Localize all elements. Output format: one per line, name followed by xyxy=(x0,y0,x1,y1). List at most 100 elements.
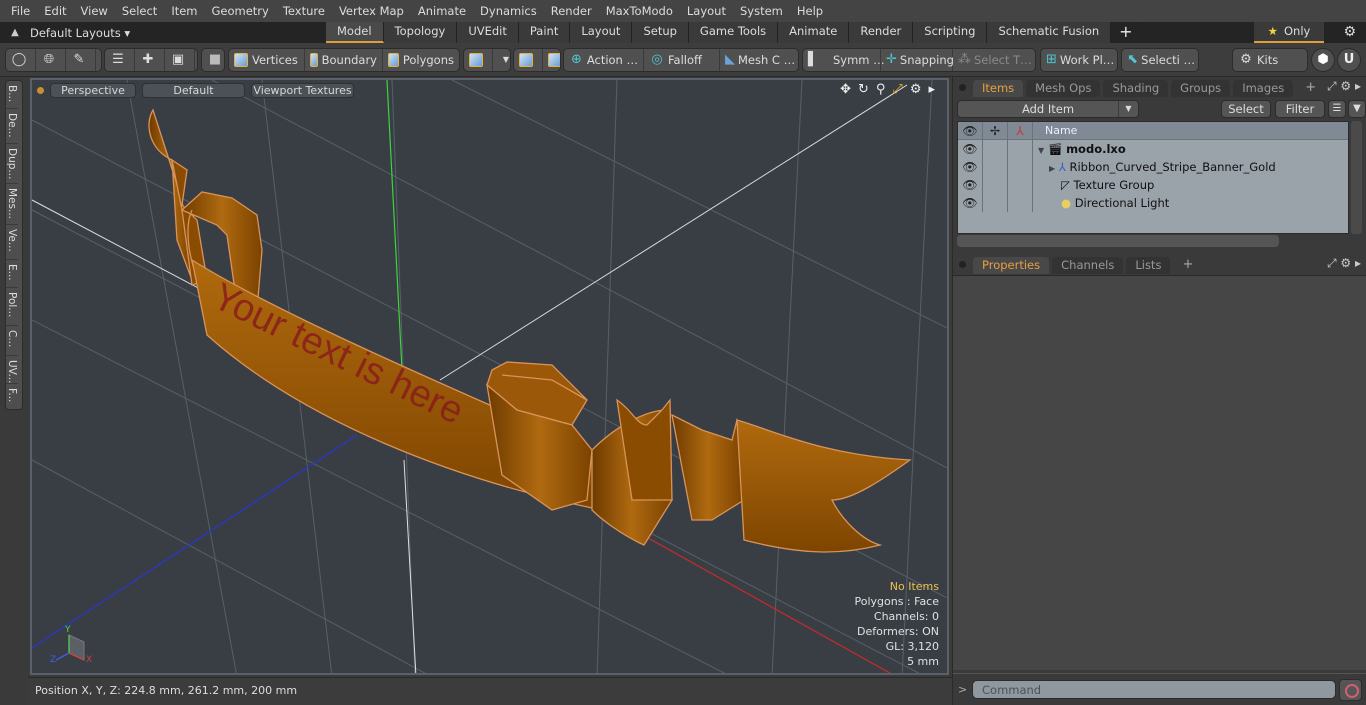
viewport-gear-icon[interactable]: ⚙ xyxy=(910,82,922,97)
tree-row-light[interactable]: 👁︎ ● Directional Light xyxy=(958,194,1348,212)
menu-animate[interactable]: Animate xyxy=(411,0,473,22)
menu-select[interactable]: Select xyxy=(115,0,164,22)
left-tab-basic[interactable]: B... xyxy=(6,81,18,109)
eye-icon[interactable]: 👁︎ xyxy=(958,176,983,194)
funnel-filter-icon[interactable]: ▼ xyxy=(1348,100,1366,118)
pen-icon[interactable]: ✎ xyxy=(66,49,96,71)
tab-game-tools[interactable]: Game Tools xyxy=(688,22,779,43)
dial-icon[interactable]: ◷ xyxy=(195,49,197,71)
filter-button[interactable]: Filter xyxy=(1275,100,1325,118)
frame-icon[interactable]: ▣ xyxy=(165,49,195,71)
unreal-button[interactable]: U xyxy=(1337,48,1361,72)
symmetry-button[interactable]: ▌ Symm … xyxy=(803,49,885,71)
add-tab-icon[interactable]: + xyxy=(1111,22,1142,43)
chevron-down-icon[interactable]: ▼ xyxy=(493,49,510,71)
tree-row-texture-group[interactable]: 👁︎ ◸ Texture Group xyxy=(958,176,1348,194)
left-tab-uv[interactable]: UV... xyxy=(6,356,18,384)
menu-render[interactable]: Render xyxy=(544,0,599,22)
pan-icon[interactable]: ✥ xyxy=(840,82,851,97)
viewport-textures-button[interactable]: Viewport Textures xyxy=(251,82,354,98)
globe-icon[interactable]: 🌐︎ xyxy=(36,49,66,71)
align-icon[interactable]: ☰ xyxy=(105,49,135,71)
polygons-button[interactable]: Polygons xyxy=(383,49,459,71)
3d-viewport[interactable]: Perspective Default Viewport Textures ✥ … xyxy=(30,78,949,675)
panel-maximize-gear-icon[interactable]: ⤢ ⚙ ▸ xyxy=(1327,79,1361,94)
zoom-icon[interactable]: ⚲ xyxy=(876,82,886,97)
tab-schematic-fusion[interactable]: Schematic Fusion xyxy=(987,22,1112,43)
viewport-menu-dot[interactable] xyxy=(37,86,44,94)
tab-paint[interactable]: Paint xyxy=(518,22,571,43)
tab-lists[interactable]: Lists xyxy=(1126,257,1171,274)
tab-layout[interactable]: Layout xyxy=(570,22,633,43)
expand-triangle-icon[interactable]: ▶ xyxy=(1049,164,1055,173)
tab-model[interactable]: Model xyxy=(326,22,384,43)
menu-layout[interactable]: Layout xyxy=(680,0,733,22)
list-options-icon[interactable]: ☰ xyxy=(1328,100,1346,118)
select-button[interactable]: Select xyxy=(1221,100,1271,118)
selection-button[interactable]: ⬉ Selecti … xyxy=(1122,49,1198,71)
eye-icon[interactable]: 👁︎ xyxy=(958,194,983,212)
viewport-expand-icon[interactable]: ▸ xyxy=(928,82,935,97)
collapse-up-icon[interactable]: ▲ xyxy=(0,27,30,38)
left-tab-vertex[interactable]: Ve... xyxy=(6,225,18,260)
vertices-button[interactable]: Vertices xyxy=(229,49,305,71)
transform-view-icon[interactable] xyxy=(514,49,543,71)
menu-system[interactable]: System xyxy=(733,0,790,22)
add-item-button[interactable]: Add Item ▼ xyxy=(957,100,1139,118)
panel-maximize-gear-icon[interactable]: ⤢ ⚙ ▸ xyxy=(1327,256,1361,271)
menu-maxtomodo[interactable]: MaxToModo xyxy=(599,0,680,22)
add-panel-tab-icon[interactable]: + xyxy=(1173,257,1202,274)
gear-icon[interactable]: ⚙ xyxy=(1343,24,1356,40)
left-tab-polygon[interactable]: Pol... xyxy=(6,288,18,326)
unity-button[interactable]: ⬢ xyxy=(1311,48,1335,72)
left-tab-edge[interactable]: E... xyxy=(6,260,18,288)
tab-items[interactable]: Items xyxy=(973,80,1024,97)
tab-groups[interactable]: Groups xyxy=(1171,80,1231,97)
view-mode-button[interactable]: Perspective xyxy=(50,82,136,98)
menu-texture[interactable]: Texture xyxy=(276,0,332,22)
command-input[interactable] xyxy=(972,680,1336,699)
kits-button[interactable]: ⚙ Kits xyxy=(1233,49,1307,71)
tab-channels[interactable]: Channels xyxy=(1052,257,1124,274)
add-panel-tab-icon[interactable]: + xyxy=(1296,80,1325,97)
locator-column-icon[interactable]: ⅄ xyxy=(1008,122,1033,139)
menu-geometry[interactable]: Geometry xyxy=(205,0,276,22)
visibility-column-eye-icon[interactable]: 👁︎ xyxy=(958,122,983,139)
tree-row-scene[interactable]: 👁︎ ▼ 🎬︎ modo.lxo xyxy=(958,140,1348,158)
maximize-icon[interactable]: ⤢ xyxy=(892,82,902,97)
left-tab-fusion[interactable]: F... xyxy=(6,384,18,412)
record-macro-icon[interactable] xyxy=(1339,679,1362,701)
menu-vertex-map[interactable]: Vertex Map xyxy=(332,0,411,22)
cross-move-icon[interactable]: ✚ xyxy=(135,49,165,71)
only-toggle[interactable]: ★ Only xyxy=(1254,22,1324,43)
lasso-icon[interactable]: ⟡ xyxy=(96,49,101,71)
work-plane-button[interactable]: ⊞ Work Pl… xyxy=(1041,49,1117,71)
default-layouts-dropdown[interactable]: Default Layouts ▾ xyxy=(30,26,326,40)
menu-edit[interactable]: Edit xyxy=(37,0,73,22)
rotate-icon[interactable]: ↻ xyxy=(858,82,869,97)
item-cube-icon[interactable]: ■ xyxy=(202,49,224,71)
falloff-button[interactable]: ◎ Falloff xyxy=(644,49,720,71)
tab-images[interactable]: Images xyxy=(1233,80,1294,97)
menu-view[interactable]: View xyxy=(74,0,115,22)
transform-view-alt-icon[interactable] xyxy=(543,49,560,71)
mesh-constraint-button[interactable]: ◣ Mesh C … xyxy=(720,49,798,71)
tab-mesh-ops[interactable]: Mesh Ops xyxy=(1026,80,1101,97)
menu-file[interactable]: File xyxy=(4,0,37,22)
tab-animate[interactable]: Animate xyxy=(778,22,850,43)
menu-item[interactable]: Item xyxy=(164,0,204,22)
eye-icon[interactable]: 👁︎ xyxy=(958,158,983,176)
tab-setup[interactable]: Setup xyxy=(632,22,689,43)
tab-topology[interactable]: Topology xyxy=(383,22,458,43)
shading-mode-button[interactable]: Default xyxy=(142,82,245,98)
panel-menu-dot[interactable] xyxy=(959,261,966,268)
tab-shading[interactable]: Shading xyxy=(1103,80,1169,97)
menu-dynamics[interactable]: Dynamics xyxy=(473,0,544,22)
snapping-button[interactable]: ✛ Snapping xyxy=(881,49,954,71)
tab-scripting[interactable]: Scripting xyxy=(913,22,988,43)
tree-horizontal-scrollbar[interactable] xyxy=(957,235,1279,247)
tab-uvedit[interactable]: UVEdit xyxy=(457,22,519,43)
name-column-header[interactable]: Name xyxy=(1033,122,1077,139)
circle-select-icon[interactable]: ◯ xyxy=(6,49,36,71)
boundary-button[interactable]: Boundary xyxy=(305,49,383,71)
